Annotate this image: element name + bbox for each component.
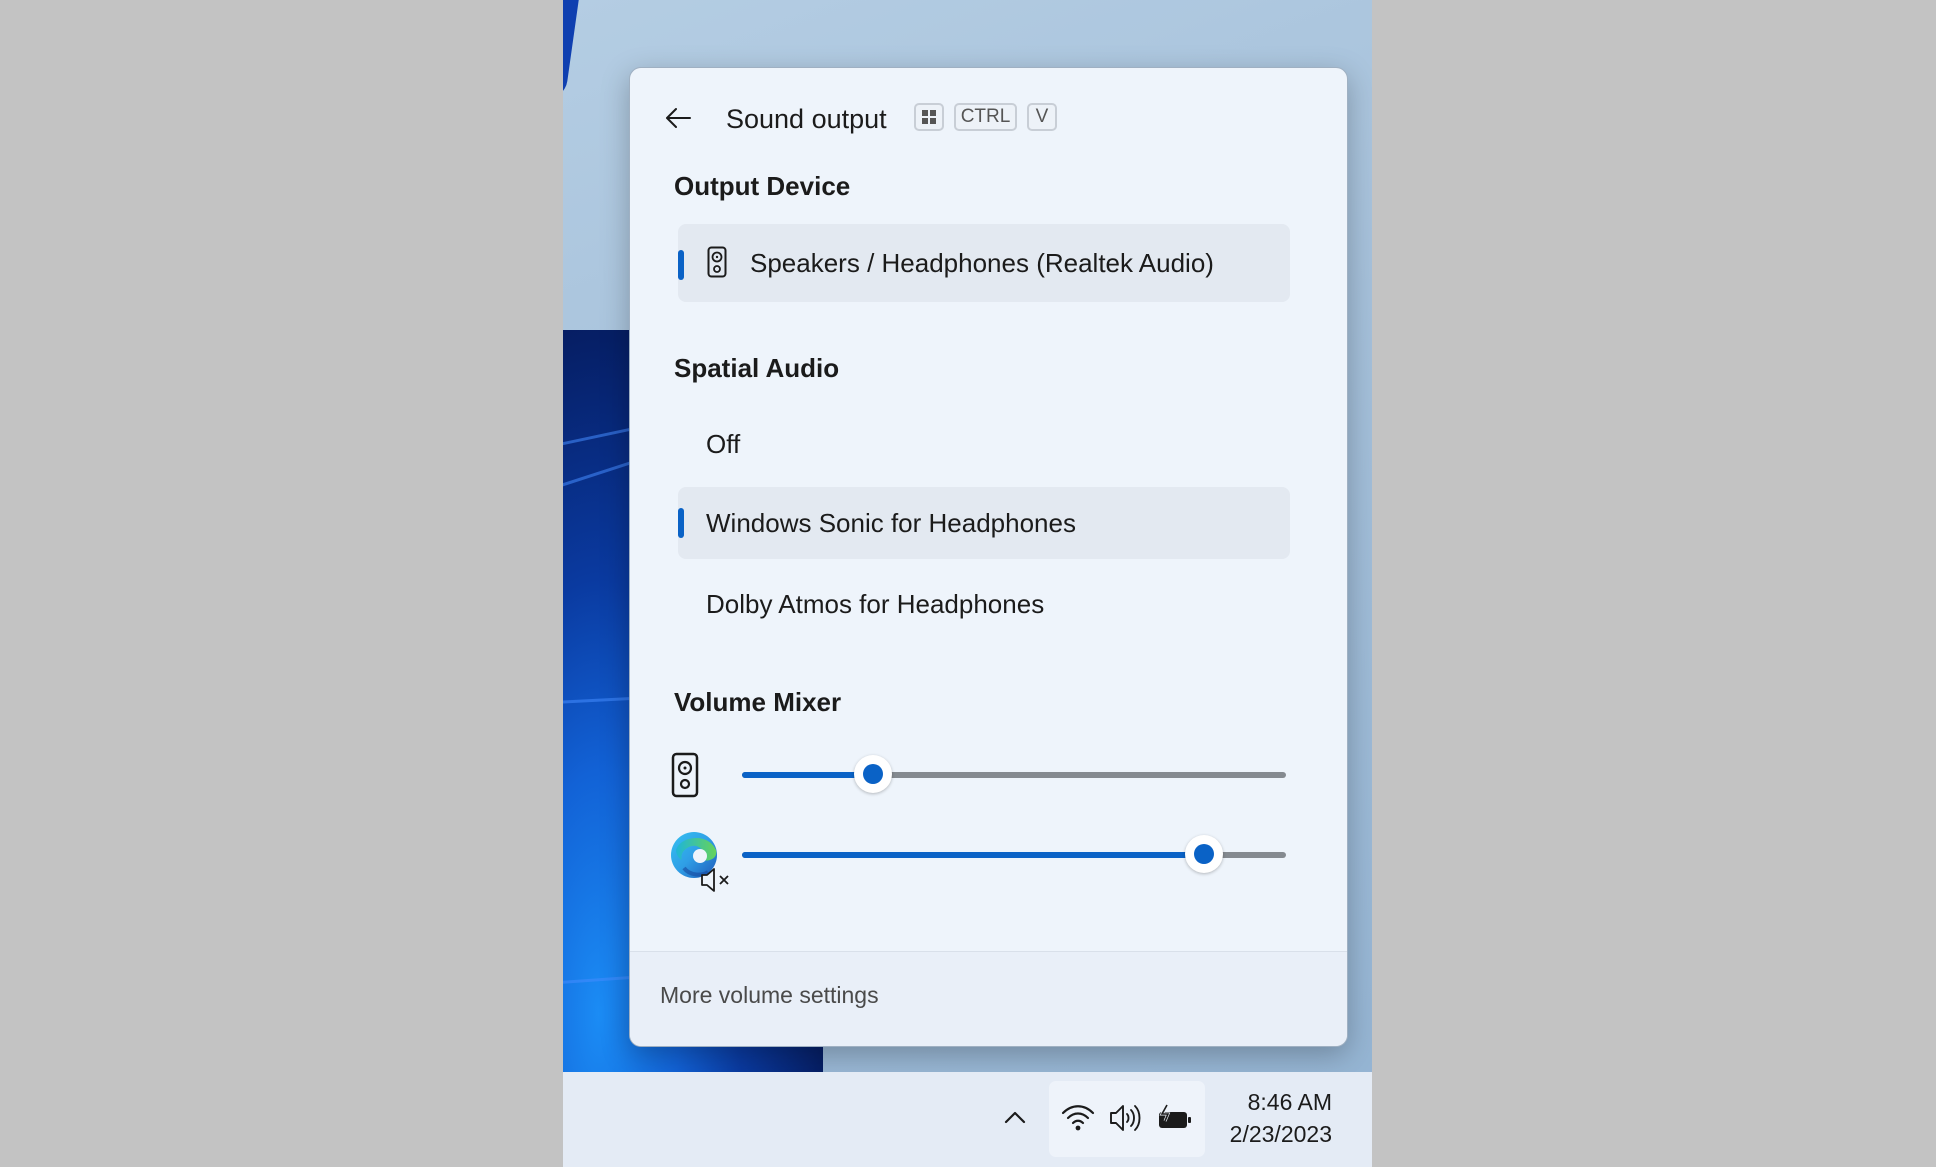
sound-output-flyout: Sound output CTRL V Output Device Speake… bbox=[629, 67, 1348, 1047]
output-device-heading: Output Device bbox=[674, 171, 851, 201]
output-device-item[interactable]: Speakers / Headphones (Realtek Audio) bbox=[678, 224, 1290, 302]
battery-charging-icon[interactable] bbox=[1157, 1103, 1193, 1133]
spatial-option-dolby-atmos[interactable]: Dolby Atmos for Headphones bbox=[678, 565, 1290, 643]
volume-slider-speakers[interactable] bbox=[742, 754, 1286, 794]
selection-indicator bbox=[678, 508, 684, 538]
more-volume-settings-link[interactable]: More volume settings bbox=[660, 982, 879, 1009]
arrow-left-icon bbox=[666, 108, 691, 128]
desktop: Sound output CTRL V Output Device Speake… bbox=[563, 0, 1372, 1167]
wifi-icon[interactable] bbox=[1061, 1103, 1095, 1131]
windows-logo-icon bbox=[922, 110, 936, 124]
slider-thumb[interactable] bbox=[1185, 835, 1224, 873]
spatial-option-label: Windows Sonic for Headphones bbox=[706, 508, 1076, 538]
spatial-option-windows-sonic[interactable]: Windows Sonic for Headphones bbox=[678, 487, 1290, 559]
output-device-label: Speakers / Headphones (Realtek Audio) bbox=[750, 248, 1214, 278]
muted-icon bbox=[701, 868, 729, 892]
volume-icon[interactable] bbox=[1109, 1103, 1143, 1133]
slider-fill bbox=[742, 852, 1205, 858]
clock-time: 8:46 AM bbox=[1247, 1089, 1332, 1115]
spatial-audio-heading: Spatial Audio bbox=[674, 353, 840, 383]
flyout-title: Sound output bbox=[726, 104, 887, 134]
shortcut-key-ctrl: CTRL bbox=[954, 103, 1017, 131]
spatial-option-label: Dolby Atmos for Headphones bbox=[706, 589, 1045, 619]
volume-mixer-heading: Volume Mixer bbox=[674, 687, 842, 717]
flyout-footer: More volume settings bbox=[630, 951, 1347, 1046]
wallpaper-accent bbox=[563, 0, 582, 101]
flyout-header: Sound output CTRL V bbox=[630, 98, 1347, 138]
show-hidden-icons-button[interactable] bbox=[1000, 1102, 1030, 1132]
back-button[interactable] bbox=[658, 98, 698, 138]
clock-date: 2/23/2023 bbox=[1229, 1121, 1332, 1147]
shortcut-key-windows bbox=[914, 103, 944, 131]
slider-fill bbox=[742, 772, 873, 778]
selection-indicator bbox=[678, 250, 684, 280]
volume-slider-edge[interactable] bbox=[742, 834, 1286, 874]
chevron-up-icon bbox=[1004, 1111, 1026, 1124]
speaker-icon bbox=[671, 752, 699, 798]
shortcut-key-v: V bbox=[1027, 103, 1057, 131]
quick-settings-button[interactable] bbox=[1049, 1081, 1205, 1157]
speaker-icon bbox=[707, 246, 727, 278]
slider-thumb[interactable] bbox=[853, 755, 892, 793]
taskbar-clock[interactable]: 8:46 AM 2/23/2023 bbox=[1230, 1086, 1332, 1150]
spatial-option-off[interactable]: Off bbox=[678, 405, 1290, 483]
spatial-option-label: Off bbox=[706, 429, 741, 459]
